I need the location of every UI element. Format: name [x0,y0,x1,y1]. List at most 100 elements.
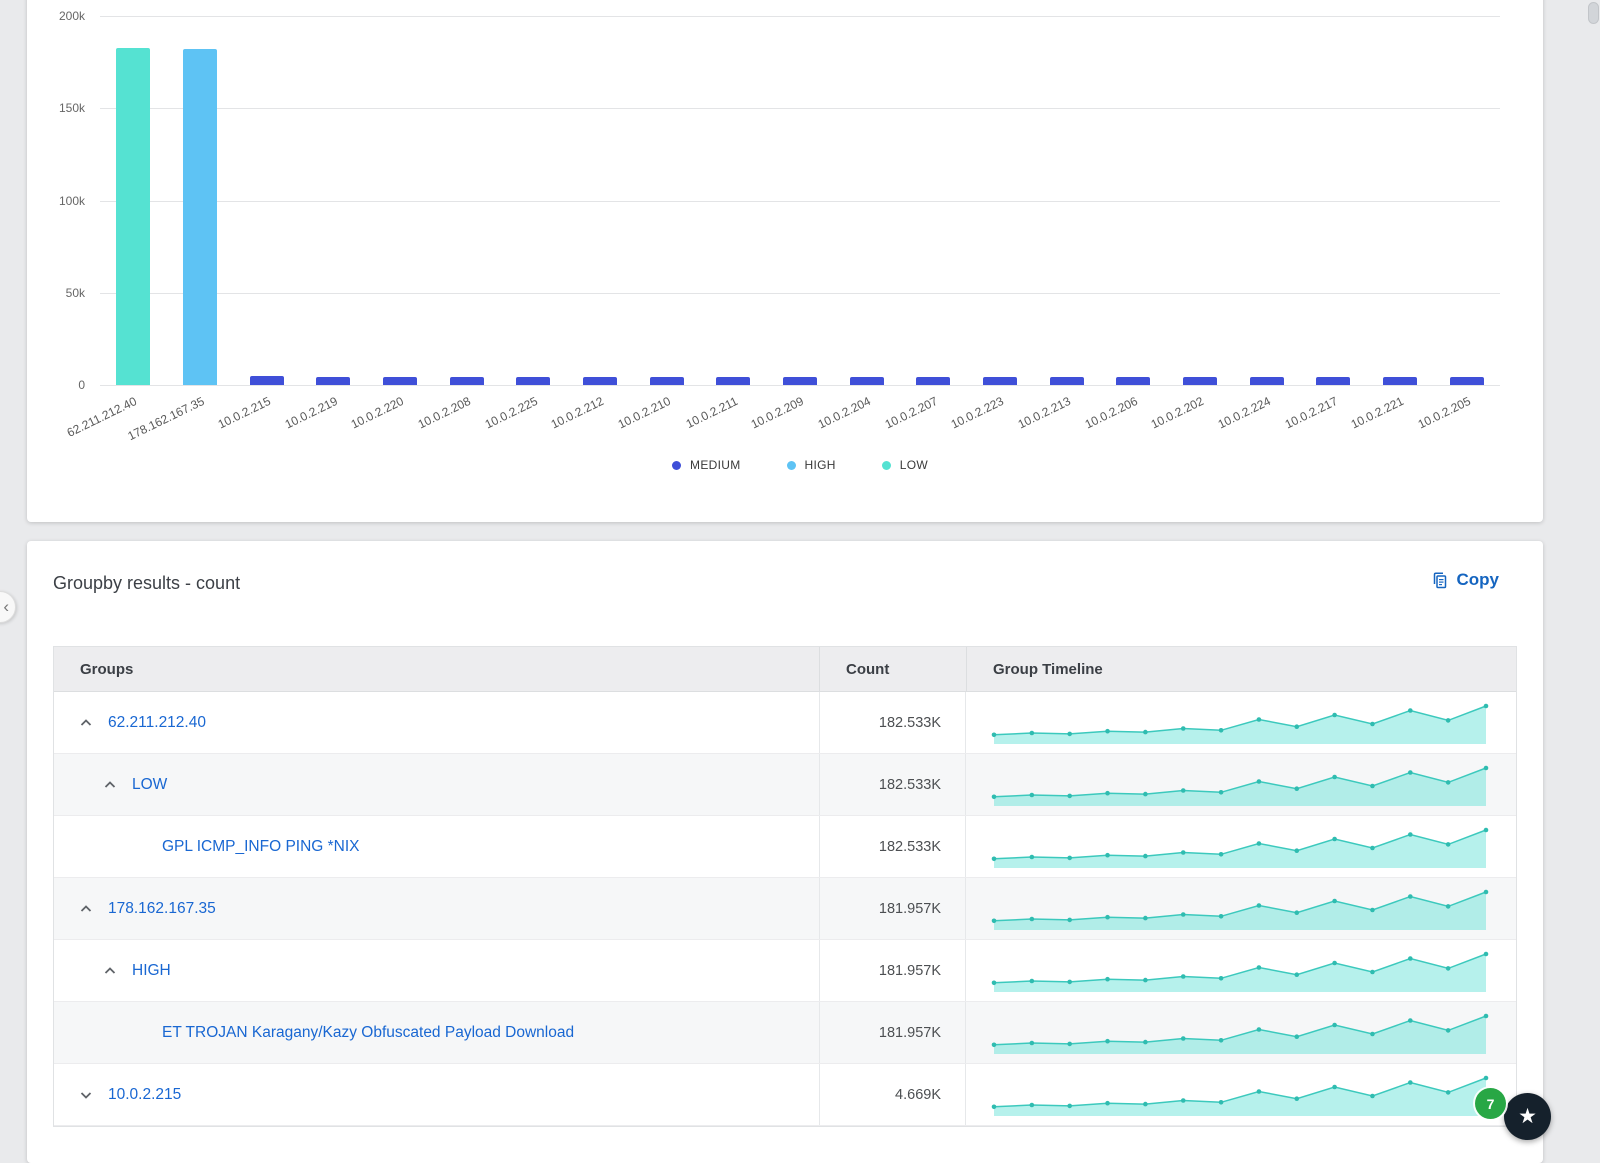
column-header-groups: Groups [54,647,819,691]
bar-62.211.212.40[interactable] [116,48,150,385]
groups-cell: 178.162.167.35 [54,878,819,939]
x-tick-label: 10.0.2.208 [416,394,473,431]
bar-10.0.2.204[interactable] [850,377,884,385]
gridline [100,108,1500,109]
table-row: HIGH 181.957K [54,940,1516,1002]
legend-dot [672,461,681,470]
x-tick-label: 10.0.2.211 [683,394,739,431]
legend-label: LOW [900,458,928,472]
drawer-collapse-button[interactable]: ‹ [0,591,16,623]
expand-toggle[interactable] [78,715,96,731]
gridline [100,385,1500,386]
x-tick-label: 178.162.167.35 [125,394,206,443]
groups-cell: GPL ICMP_INFO PING *NIX [54,816,819,877]
group-link[interactable]: HIGH [132,962,171,980]
groups-cell: HIGH [54,940,819,1001]
bar-178.162.167.35[interactable] [183,49,217,385]
bar-10.0.2.220[interactable] [383,377,417,385]
timeline-cell [966,1064,1516,1125]
bar-10.0.2.213[interactable] [1050,377,1084,385]
timeline-cell [966,816,1516,877]
bar-10.0.2.205[interactable] [1450,377,1484,385]
chevron-down-icon [78,1087,94,1103]
timeline-sparkline [990,824,1490,870]
legend-item-low[interactable]: LOW [882,458,928,472]
x-tick-label: 10.0.2.215 [216,394,273,431]
chevron-up-icon [102,963,118,979]
x-tick-label: 10.0.2.205 [1416,394,1473,431]
bar-10.0.2.209[interactable] [783,377,817,385]
count-cell: 181.957K [819,940,966,1001]
group-link[interactable]: GPL ICMP_INFO PING *NIX [162,838,360,856]
count-cell: 182.533K [819,692,966,753]
bar-10.0.2.211[interactable] [716,377,750,385]
x-tick-label: 10.0.2.209 [749,394,806,431]
bar-10.0.2.215[interactable] [250,376,284,385]
group-link[interactable]: 62.211.212.40 [108,714,206,732]
star-fab-button[interactable]: ★ [1504,1093,1551,1140]
x-tick-label: 10.0.2.217 [1282,394,1339,431]
table-row: 62.211.212.40 182.533K [54,692,1516,754]
group-link[interactable]: 178.162.167.35 [108,900,216,918]
y-tick-label: 150k [59,101,85,115]
bar-plot [100,16,1500,385]
x-tick-label: 10.0.2.212 [549,394,606,431]
groups-cell: ET TROJAN Karagany/Kazy Obfuscated Paylo… [54,1002,819,1063]
legend-dot [882,461,891,470]
expand-toggle[interactable] [78,1087,96,1103]
expand-toggle[interactable] [102,777,120,793]
legend-label: MEDIUM [690,458,740,472]
bar-10.0.2.224[interactable] [1250,377,1284,385]
bar-10.0.2.221[interactable] [1383,377,1417,385]
bar-10.0.2.210[interactable] [650,377,684,385]
x-tick-label: 10.0.2.219 [282,394,339,431]
bar-10.0.2.207[interactable] [916,377,950,385]
groupby-table-header: Groups Count Group Timeline [54,647,1516,692]
timeline-sparkline [990,762,1490,808]
gridline [100,16,1500,17]
timeline-cell [966,1002,1516,1063]
bar-10.0.2.208[interactable] [450,377,484,385]
copy-button[interactable]: Copy [1430,570,1500,590]
star-icon: ★ [1518,1104,1537,1129]
bar-10.0.2.217[interactable] [1316,377,1350,385]
table-row: ET TROJAN Karagany/Kazy Obfuscated Paylo… [54,1002,1516,1064]
chevron-up-icon [102,777,118,793]
bar-10.0.2.225[interactable] [516,377,550,385]
notification-count-badge[interactable]: 7 [1475,1088,1506,1119]
timeline-sparkline [990,1072,1490,1118]
count-cell: 181.957K [819,1002,966,1063]
group-link[interactable]: ET TROJAN Karagany/Kazy Obfuscated Paylo… [162,1024,574,1042]
y-tick-label: 0 [78,378,85,392]
groups-cell: LOW [54,754,819,815]
timeline-sparkline [990,948,1490,994]
bar-10.0.2.223[interactable] [983,377,1017,385]
legend-dot [787,461,796,470]
expand-toggle[interactable] [102,963,120,979]
severity-bar-chart-card: 200k150k100k50k0 62.211.212.40178.162.16… [27,0,1543,522]
count-cell: 181.957K [819,878,966,939]
table-row: 178.162.167.35 181.957K [54,878,1516,940]
count-cell: 182.533K [819,754,966,815]
panel-title: Groupby results - count [53,573,240,594]
x-tick-label: 10.0.2.224 [1216,394,1273,431]
legend-item-high[interactable]: HIGH [787,458,836,472]
scrollbar-thumb[interactable] [1588,2,1599,24]
x-tick-label: 10.0.2.210 [616,394,673,431]
table-row: 10.0.2.215 4.669K [54,1064,1516,1126]
copy-button-label: Copy [1457,570,1500,590]
legend-item-medium[interactable]: MEDIUM [672,458,740,472]
table-row: GPL ICMP_INFO PING *NIX182.533K [54,816,1516,878]
x-tick-label: 10.0.2.204 [816,394,873,431]
x-tick-label: 10.0.2.206 [1082,394,1139,431]
expand-toggle[interactable] [78,901,96,917]
gridline [100,201,1500,202]
count-cell: 4.669K [819,1064,966,1125]
group-link[interactable]: LOW [132,776,167,794]
bar-10.0.2.212[interactable] [583,377,617,385]
bar-10.0.2.206[interactable] [1116,377,1150,385]
bar-10.0.2.202[interactable] [1183,377,1217,385]
chevron-up-icon [78,715,94,731]
group-link[interactable]: 10.0.2.215 [108,1086,181,1104]
bar-10.0.2.219[interactable] [316,377,350,385]
